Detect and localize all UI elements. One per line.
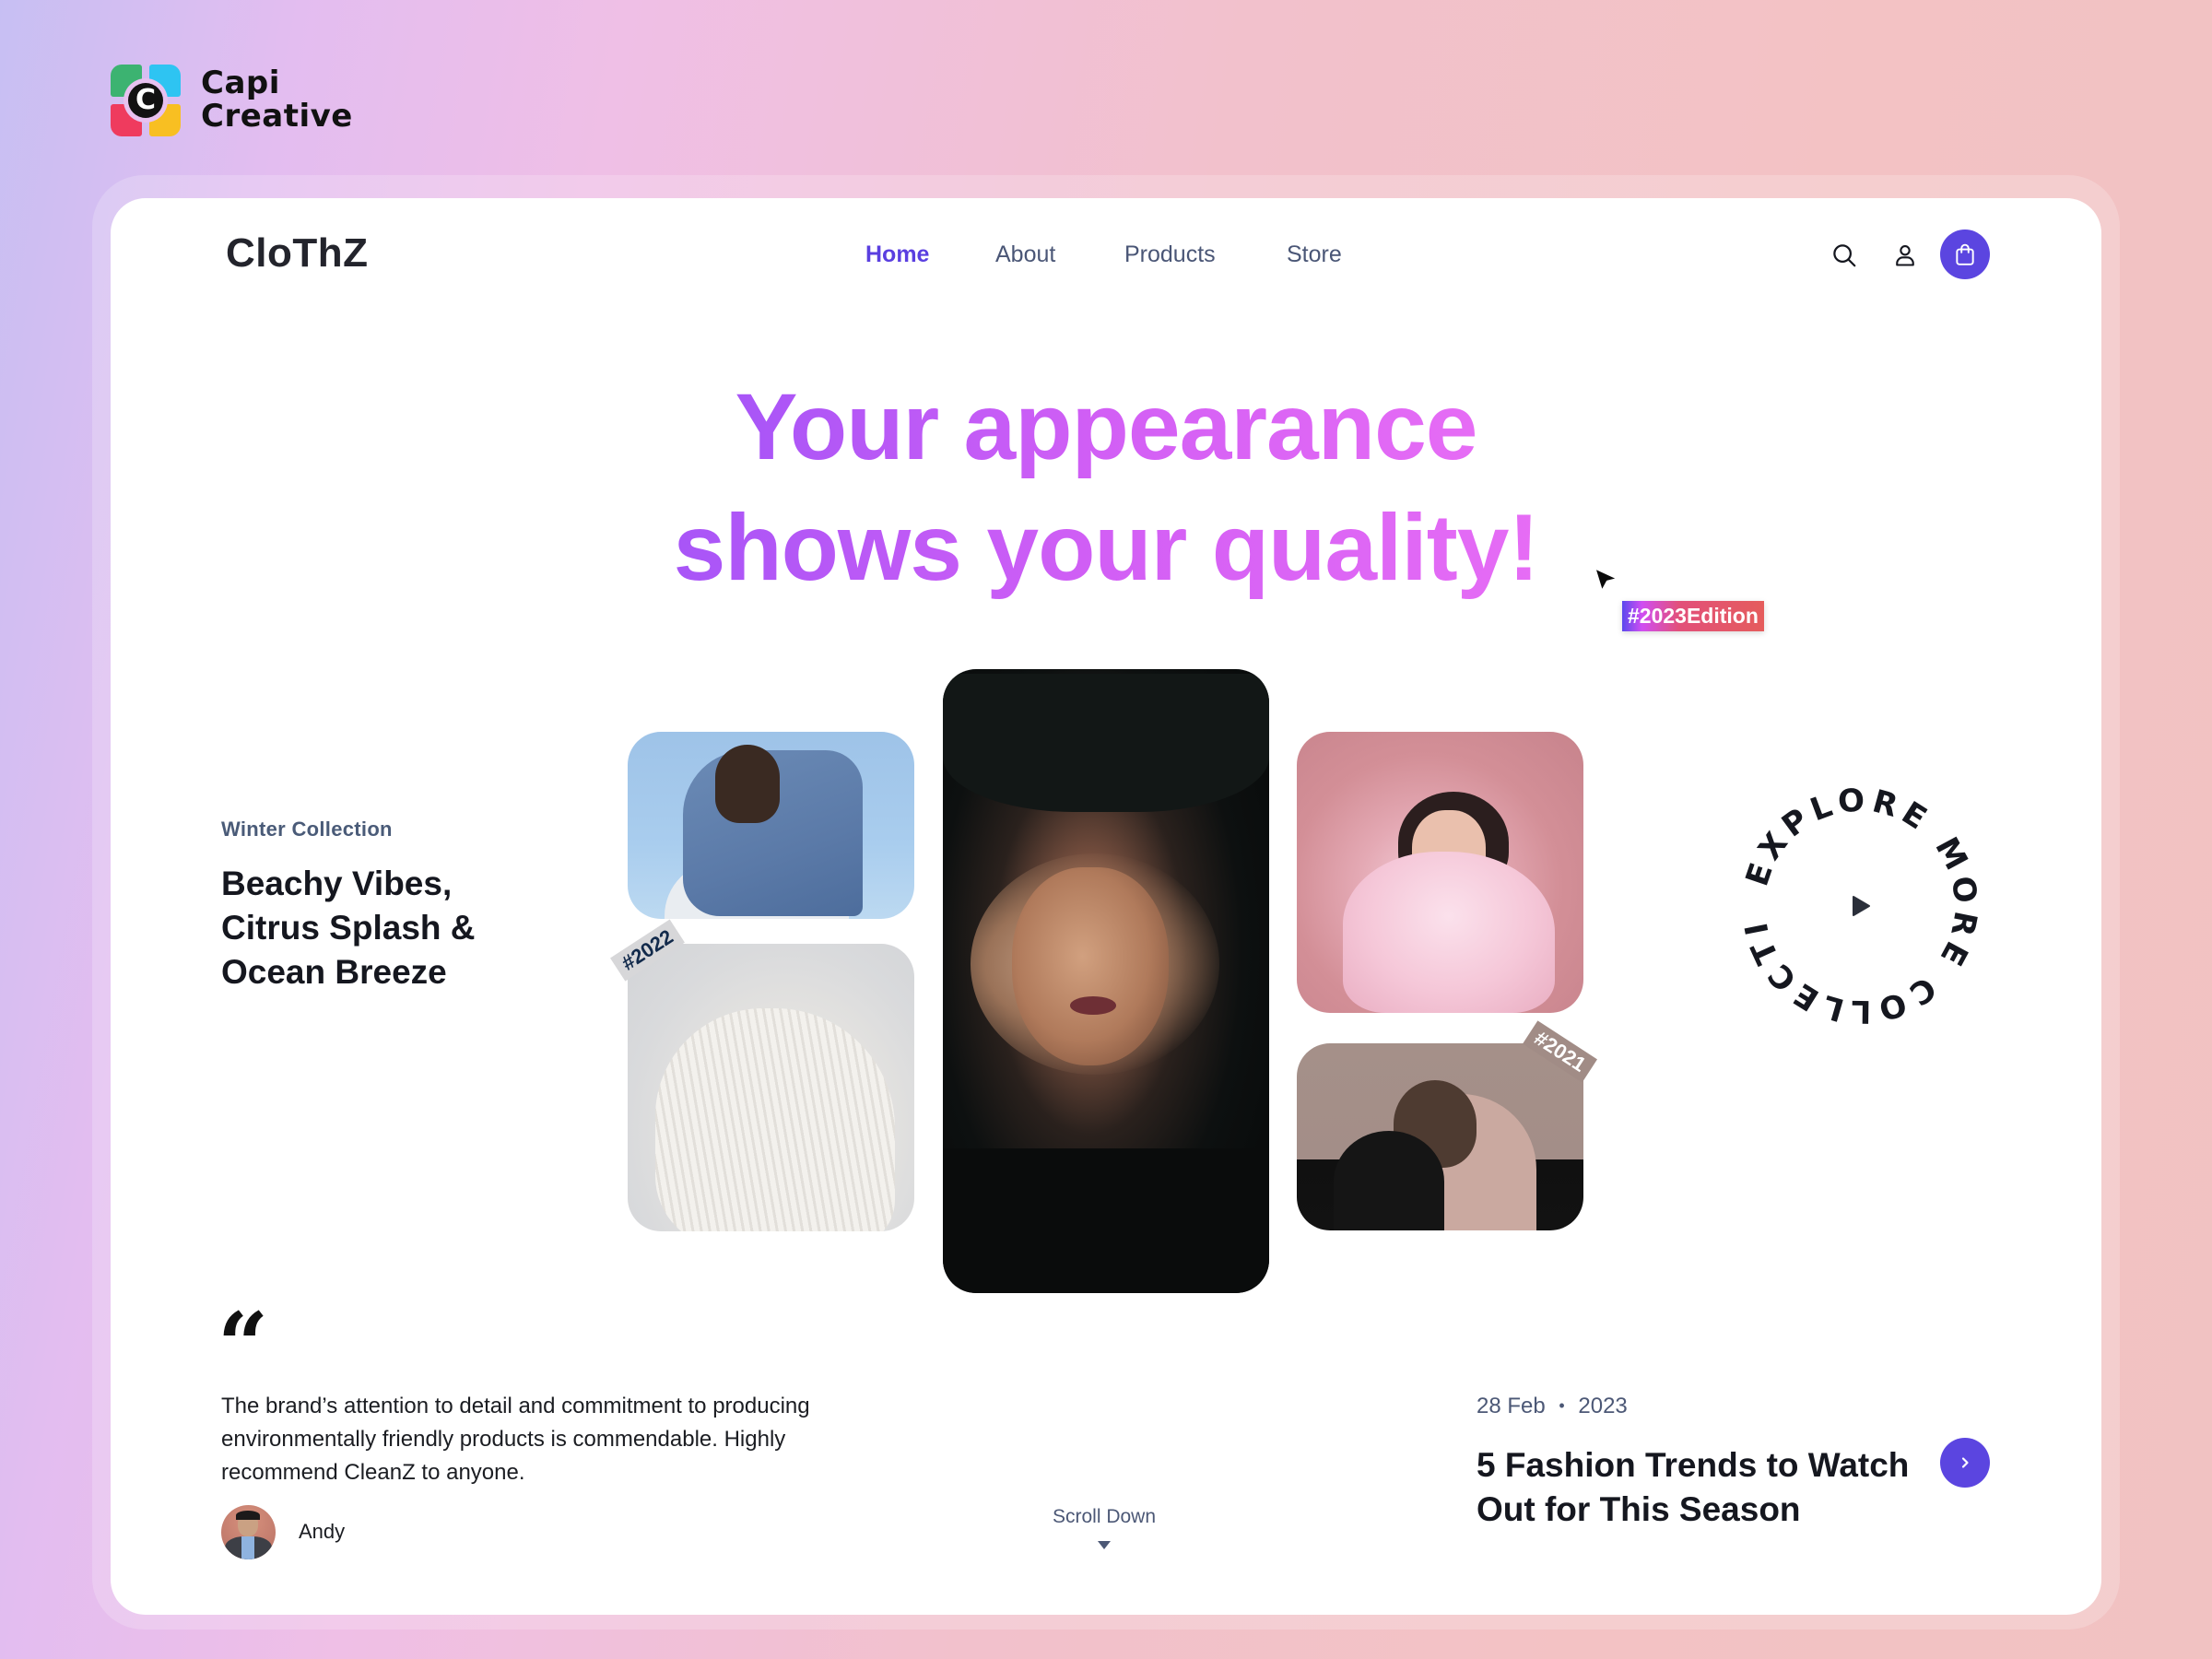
post-year: 2023 (1578, 1394, 1628, 1418)
quote-icon: “ (218, 1293, 269, 1397)
collection-title: Beachy Vibes, Citrus Splash & Ocean Bree… (221, 865, 476, 991)
collection-label: Winter Collection (221, 818, 393, 841)
figure-legs (1334, 1131, 1444, 1230)
edition-tag: #2023Edition (1622, 601, 1764, 631)
author-name: Andy (299, 1520, 346, 1543)
figure-shirt (943, 1148, 1269, 1293)
capi-creative-logo: C (111, 65, 181, 136)
chevron-right-icon (1961, 1457, 1969, 1468)
avatar-hair (236, 1511, 260, 1520)
post-title[interactable]: 5 Fashion Trends to Watch Out for This S… (1477, 1443, 1956, 1532)
figure-hair (715, 745, 780, 823)
gallery-image-portrait[interactable] (943, 669, 1269, 1293)
scroll-down-link[interactable]: Scroll Down (1012, 1506, 1196, 1528)
nav-home[interactable]: Home (865, 241, 929, 268)
logo-letter: C (128, 83, 163, 118)
figure-lips (1070, 996, 1116, 1015)
figure-face (1012, 867, 1169, 1065)
hero-headline-line1: Your appearance (735, 374, 1477, 479)
post-date: 28 Feb • 2023 (1477, 1394, 1628, 1419)
play-icon (1853, 896, 1870, 916)
search-button[interactable] (1827, 238, 1862, 273)
studio-name: Capi Creative (201, 66, 353, 133)
testimonial-text: The brand’s attention to detail and comm… (221, 1394, 810, 1485)
author-avatar (221, 1505, 276, 1559)
gallery-image-sweater[interactable] (628, 944, 914, 1231)
figure-sweater (655, 1008, 895, 1231)
hero-headline-line2: shows your quality! (673, 495, 1540, 600)
date-separator: • (1559, 1396, 1565, 1415)
nav-store[interactable]: Store (1287, 241, 1342, 268)
gallery-image-towel[interactable] (628, 732, 914, 919)
figure-arm (943, 674, 1269, 812)
avatar-shirt (241, 1536, 254, 1559)
figure-sleeves (1343, 852, 1555, 1013)
user-icon (1896, 245, 1914, 266)
explore-collection-button[interactable]: EXPLORE MORE COLLECTION (1740, 786, 1980, 1026)
studio-name-line1: Capi (201, 65, 280, 101)
caret-down-icon (1098, 1541, 1111, 1549)
mouse-cursor-icon (1593, 566, 1620, 594)
read-post-button[interactable] (1940, 1438, 1990, 1488)
gallery-image-taupe[interactable] (1297, 1043, 1583, 1230)
nav-about[interactable]: About (995, 241, 1055, 268)
shopping-bag-icon (1956, 243, 1974, 265)
cart-button[interactable] (1940, 229, 1990, 279)
gallery-image-pink[interactable] (1297, 732, 1583, 1013)
studio-name-line2: Creative (201, 98, 353, 135)
account-button[interactable] (1888, 238, 1923, 273)
site-logo[interactable]: CloThZ (226, 230, 369, 276)
post-day-month: 28 Feb (1477, 1394, 1546, 1418)
search-icon (1833, 244, 1856, 267)
nav-products[interactable]: Products (1124, 241, 1216, 268)
